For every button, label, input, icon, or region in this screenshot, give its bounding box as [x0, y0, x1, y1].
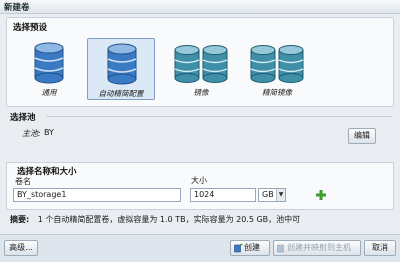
preset-section-title: 选择预设	[13, 23, 48, 33]
create-map-icon	[277, 244, 284, 253]
create-button[interactable]: 创建	[230, 240, 270, 256]
plus-icon[interactable]	[316, 190, 326, 200]
unit-select[interactable]: GB ▼	[258, 188, 286, 202]
preset-general[interactable]: 通用	[15, 38, 83, 100]
create-button-label: 创建	[244, 243, 260, 252]
size-label: 大小	[191, 176, 207, 185]
preset-thin-provision[interactable]: 自动精简配置	[87, 38, 155, 100]
preset-label: 精简镜像	[262, 88, 292, 97]
advanced-button[interactable]: 高级...	[4, 240, 38, 256]
preset-mirror[interactable]: 镜像	[167, 38, 235, 100]
host-label: 主池:	[22, 129, 41, 138]
volume-name-input[interactable]: BY_storage1	[13, 188, 181, 202]
preset-label: 自动精简配置	[98, 89, 144, 98]
footer: 高级... 创建 创建并映射到主机 取消	[0, 234, 400, 262]
summary-label: 摘要:	[10, 215, 30, 224]
preset-label: 镜像	[193, 88, 209, 97]
summary: 摘要: 1 个自动精简配置卷，虚拟容量为 1.0 TB，实际容量为 20.5 G…	[10, 214, 394, 225]
chevron-down-icon: ▼	[276, 189, 285, 201]
summary-text: 1 个自动精简配置卷，虚拟容量为 1.0 TB，实际容量为 20.5 GB，池中…	[37, 215, 301, 224]
unit-value: GB	[262, 190, 274, 199]
edit-button[interactable]: 编辑	[348, 128, 376, 144]
size-input[interactable]: 1024	[190, 188, 256, 202]
preset-thin-mirror[interactable]: 精简镜像	[243, 38, 311, 100]
database-icon	[34, 42, 64, 84]
create-map-button[interactable]: 创建并映射到主机	[273, 240, 361, 256]
preset-label: 通用	[41, 88, 57, 97]
name-size-panel: 选择名称和大小 卷名 大小 BY_storage1 1024 GB ▼	[6, 162, 394, 210]
database-thin-icon	[107, 43, 137, 85]
database-mirror-icon	[174, 45, 228, 83]
create-volume-icon	[234, 244, 243, 253]
window-title: 新建卷	[4, 3, 30, 13]
create-map-button-label: 创建并映射到主机	[287, 243, 351, 252]
cancel-button[interactable]: 取消	[364, 240, 396, 256]
name-label: 卷名	[15, 177, 31, 186]
host-value: BY	[44, 128, 54, 137]
database-thin-mirror-icon	[250, 45, 304, 83]
divider	[46, 116, 392, 117]
title-bar: 新建卷	[0, 0, 400, 14]
preset-panel: 选择预设 通用 自动精简配置 镜像 精简镜像	[6, 17, 394, 107]
pool-section-title: 选择池	[10, 113, 36, 123]
